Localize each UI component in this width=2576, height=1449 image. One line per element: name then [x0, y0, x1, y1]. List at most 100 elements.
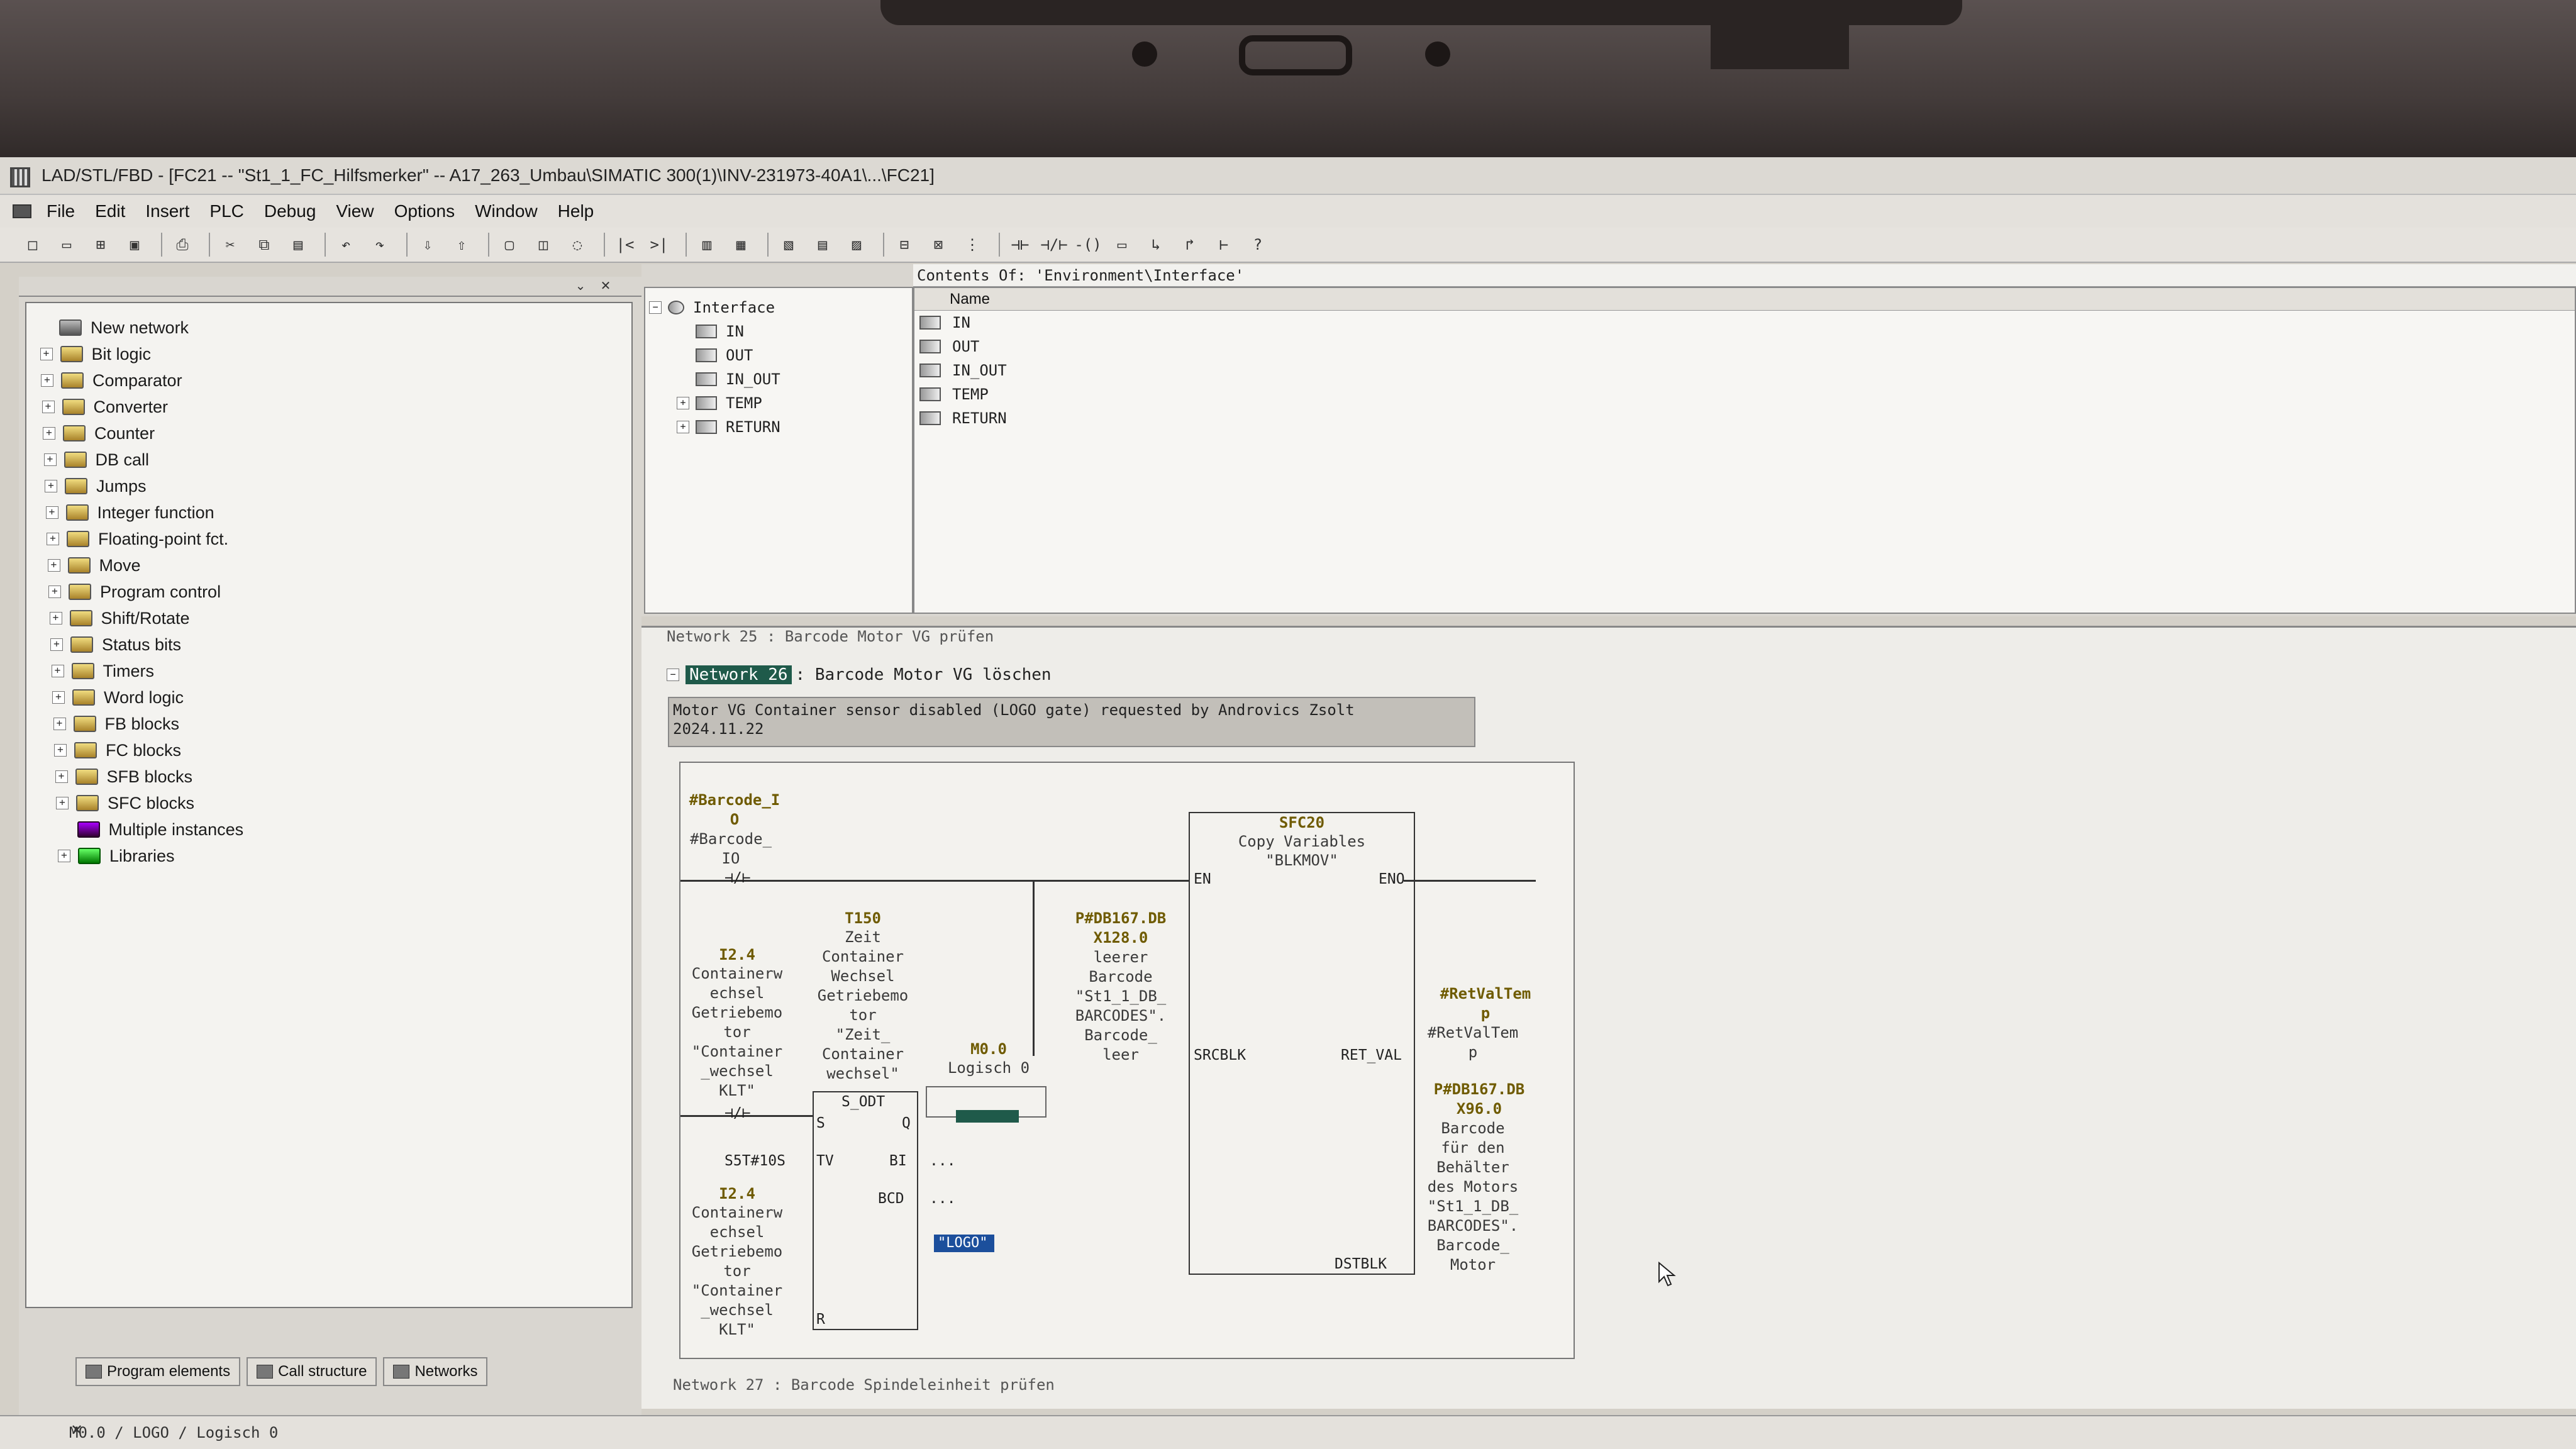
tree-item[interactable]: + Shift/Rotate	[26, 605, 631, 631]
accessible-nodes-icon[interactable]: ⊞	[87, 232, 114, 257]
monitor-icon[interactable]: ◫	[530, 232, 557, 257]
stl-icon[interactable]: ▨	[843, 232, 870, 257]
tree-item[interactable]: + Word logic	[26, 684, 631, 711]
expand-icon[interactable]: +	[53, 718, 66, 730]
expand-icon[interactable]: +	[50, 638, 63, 651]
copy-icon[interactable]: ⧉	[250, 232, 278, 257]
interface-tree-item[interactable]: + RETURN	[645, 415, 912, 439]
open-branch-icon[interactable]: ↳	[1142, 232, 1170, 257]
symbol-edit-field[interactable]: "LOGO"	[934, 1235, 994, 1252]
expand-icon[interactable]: +	[43, 453, 57, 466]
interface-list-row[interactable]: OUT	[914, 335, 2575, 358]
tab-networks[interactable]: Networks	[383, 1357, 488, 1386]
interface-tree-item[interactable]: OUT	[645, 343, 912, 367]
tree-item[interactable]: + Libraries	[26, 843, 631, 869]
system-menu-icon[interactable]	[13, 204, 31, 218]
box-icon[interactable]: ▭	[1108, 232, 1136, 257]
tree-item[interactable]: + Bit logic	[26, 341, 631, 367]
interface-list-row[interactable]: RETURN	[914, 406, 2575, 430]
overview-icon[interactable]: ▥	[693, 232, 721, 257]
network-title[interactable]: Network 25 : Barcode Motor VG prüfen	[667, 628, 994, 645]
detail-icon[interactable]: ▦	[727, 232, 755, 257]
tv-value[interactable]: S5T#10S	[724, 1153, 786, 1169]
tab-call-structure[interactable]: Call structure	[247, 1357, 377, 1386]
expand-icon[interactable]: +	[41, 374, 53, 387]
download-icon[interactable]: ⇩	[414, 232, 441, 257]
collapse-icon[interactable]: −	[667, 669, 679, 681]
network-label[interactable]: Network 26	[686, 665, 792, 684]
interface-list-row[interactable]: IN_OUT	[914, 358, 2575, 382]
display-icon[interactable]: ▢	[496, 232, 523, 257]
undo-icon[interactable]: ↶	[332, 232, 360, 257]
nc-contact-icon[interactable]: ⊣/⊢	[724, 870, 751, 886]
nc-contact-icon[interactable]: ⊣/⊢	[1040, 232, 1068, 257]
tree-item[interactable]: New network	[26, 314, 631, 341]
interface-tree-item[interactable]: IN_OUT	[645, 367, 912, 391]
expand-icon[interactable]: +	[58, 850, 70, 862]
tree-item[interactable]: + Converter	[26, 394, 631, 420]
network-icon[interactable]: ⊠	[924, 232, 952, 257]
connection-icon[interactable]: ⊢	[1210, 232, 1238, 257]
tree-item[interactable]: + FB blocks	[26, 711, 631, 737]
tree-item[interactable]: + SFB blocks	[26, 763, 631, 790]
tree-item[interactable]: + Jumps	[26, 473, 631, 499]
menu-view[interactable]: View	[336, 201, 374, 221]
network-comment[interactable]: Motor VG Container sensor disabled (LOGO…	[668, 697, 1475, 747]
expand-icon[interactable]: +	[40, 348, 53, 360]
tree-item[interactable]: + Status bits	[26, 631, 631, 658]
tree-item[interactable]: + Integer function	[26, 499, 631, 526]
expand-icon[interactable]: +	[49, 612, 62, 625]
interface-list-row[interactable]: TEMP	[914, 382, 2575, 406]
title-bar[interactable]: LAD/STL/FBD - [FC21 -- "St1_1_FC_Hilfsme…	[0, 157, 2576, 195]
interface-list-row[interactable]: IN	[914, 311, 2575, 335]
interface-root[interactable]: − Interface	[645, 296, 912, 319]
network-title[interactable]: Network 27 : Barcode Spindeleinheit prüf…	[673, 1376, 1055, 1394]
menu-insert[interactable]: Insert	[145, 201, 189, 221]
menu-edit[interactable]: Edit	[95, 201, 125, 221]
compare-icon[interactable]: ◌	[564, 232, 591, 257]
menu-debug[interactable]: Debug	[264, 201, 316, 221]
tree-item[interactable]: + Floating-point fct.	[26, 526, 631, 552]
interface-tree-item[interactable]: IN	[645, 319, 912, 343]
expand-icon[interactable]: +	[54, 744, 67, 757]
new-icon[interactable]: □	[19, 232, 47, 257]
close-icon[interactable]: ✕	[597, 278, 614, 294]
expand-icon[interactable]: +	[48, 586, 61, 598]
no-contact-icon[interactable]: ⊣⊢	[1006, 232, 1034, 257]
bi-value[interactable]: ...	[930, 1153, 956, 1169]
tree-item[interactable]: + Comparator	[26, 367, 631, 394]
save-icon[interactable]: ▣	[121, 232, 148, 257]
redo-icon[interactable]: ↷	[366, 232, 394, 257]
table-icon[interactable]: ▧	[775, 232, 802, 257]
bcd-value[interactable]: ...	[930, 1191, 956, 1207]
network-header[interactable]: − Network 26 : Barcode Motor VG löschen	[667, 665, 1052, 684]
lad-icon[interactable]: ▤	[809, 232, 836, 257]
upload-icon[interactable]: ⇧	[448, 232, 475, 257]
fbd-icon[interactable]: ⊟	[891, 232, 918, 257]
print-icon[interactable]: ⎙	[169, 232, 196, 257]
expand-icon[interactable]: +	[47, 533, 59, 545]
tree-item[interactable]: + Counter	[26, 420, 631, 447]
tree-item[interactable]: + FC blocks	[26, 737, 631, 763]
cut-icon[interactable]: ✂	[216, 232, 244, 257]
tree-item[interactable]: + Program control	[26, 579, 631, 605]
tree-item[interactable]: + Timers	[26, 658, 631, 684]
interface-tree-item[interactable]: + TEMP	[645, 391, 912, 415]
menu-plc[interactable]: PLC	[209, 201, 243, 221]
branch-icon[interactable]: ⋮	[958, 232, 986, 257]
open-icon[interactable]: ▭	[53, 232, 80, 257]
tree-item[interactable]: + SFC blocks	[26, 790, 631, 816]
expand-icon[interactable]: +	[677, 397, 689, 409]
expand-icon[interactable]: +	[51, 665, 64, 677]
menu-window[interactable]: Window	[475, 201, 538, 221]
tree-item[interactable]: Multiple instances	[26, 816, 631, 843]
column-header-name[interactable]: Name	[914, 288, 2575, 311]
close-branch-icon[interactable]: ↱	[1176, 232, 1204, 257]
paste-icon[interactable]: ▤	[284, 232, 312, 257]
collapse-icon[interactable]: −	[649, 301, 662, 314]
expand-icon[interactable]: +	[56, 797, 69, 809]
nc-contact-icon[interactable]: ⊣/⊢	[724, 1105, 751, 1121]
expand-icon[interactable]: +	[55, 770, 68, 783]
expand-icon[interactable]: +	[52, 691, 65, 704]
close-icon[interactable]: ✕	[70, 1421, 83, 1439]
